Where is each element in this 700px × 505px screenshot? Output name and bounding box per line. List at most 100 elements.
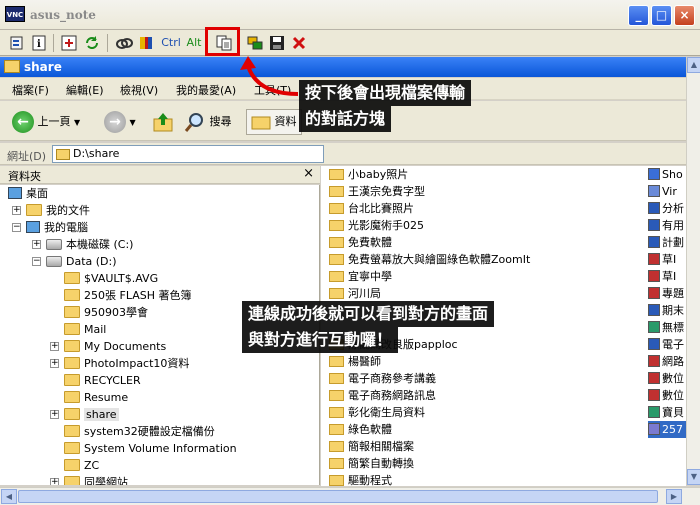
expand-icon[interactable]: + xyxy=(50,359,59,368)
file-list-item[interactable]: 寶貝 xyxy=(648,404,686,421)
ctrl-esc-icon[interactable] xyxy=(137,34,155,52)
file-list-item[interactable]: 電子商務參考講義 xyxy=(329,370,436,387)
menu-edit[interactable]: 編輯(E) xyxy=(66,82,104,98)
dropdown-arrow-icon[interactable]: ▼ xyxy=(74,118,80,127)
file-list-item[interactable]: 數位 xyxy=(648,387,686,404)
file-list-item[interactable]: 257 xyxy=(648,421,686,438)
dropdown-arrow-icon[interactable]: ▼ xyxy=(130,118,136,127)
close-icon[interactable] xyxy=(290,34,308,52)
back-button[interactable]: ← 上一頁 ▼ xyxy=(12,111,80,133)
file-name: 電子商務網路訊息 xyxy=(348,389,436,402)
expand-icon[interactable]: + xyxy=(50,478,59,485)
file-list-item[interactable]: 宜寧中學 xyxy=(329,268,392,285)
expand-icon[interactable]: + xyxy=(32,240,41,249)
tree-node[interactable]: 950903學會 xyxy=(64,304,148,321)
menu-view[interactable]: 檢視(V) xyxy=(120,82,158,98)
file-list-item[interactable]: 王漢宗免費字型 xyxy=(329,183,425,200)
close-pane-icon[interactable]: × xyxy=(303,166,314,181)
file-list-item[interactable]: 無標 xyxy=(648,319,686,336)
tree-node[interactable]: − Data (D:) xyxy=(32,253,117,270)
file-list-item[interactable]: 網路 xyxy=(648,353,686,370)
file-list-item[interactable]: 期末 xyxy=(648,302,686,319)
tree-node[interactable]: − 我的電腦 xyxy=(12,219,88,236)
tree-node[interactable]: Mail xyxy=(64,321,106,338)
maximize-button[interactable]: □ xyxy=(651,5,672,26)
file-list-item[interactable]: 綠色軟體 xyxy=(329,421,392,438)
file-list-item[interactable]: 分析 xyxy=(648,200,686,217)
tree-node[interactable]: $VAULT$.AVG xyxy=(64,270,158,287)
file-list-item[interactable]: 草I xyxy=(648,268,686,285)
folder-icon xyxy=(64,340,80,352)
file-list-item[interactable]: 免費螢幕放大與繪圖綠色軟體ZoomIt xyxy=(329,251,530,268)
menu-favorites[interactable]: 我的最愛(A) xyxy=(176,82,236,98)
file-list-item[interactable]: 驅動程式 xyxy=(329,472,392,486)
tree-node[interactable]: + 我的文件 xyxy=(12,202,90,219)
minimize-button[interactable]: _ xyxy=(628,5,649,26)
file-list-item[interactable]: 計劃 xyxy=(648,234,686,251)
tree-node[interactable]: + My Documents xyxy=(50,338,166,355)
window-title: asus_note xyxy=(30,8,96,22)
expand-icon[interactable]: + xyxy=(50,410,59,419)
file-list-item[interactable]: 電子商務網路訊息 xyxy=(329,387,436,404)
file-list-item[interactable]: 草I xyxy=(648,251,686,268)
file-list-item[interactable]: 電子 xyxy=(648,336,686,353)
up-folder-button[interactable] xyxy=(152,111,174,133)
vertical-scrollbar[interactable]: ▲ ▼ xyxy=(686,57,700,485)
ctrl-alt-del-icon[interactable] xyxy=(114,34,133,52)
file-list-item[interactable]: 數位 xyxy=(648,370,686,387)
collapse-icon[interactable]: − xyxy=(12,223,21,232)
computer-icon xyxy=(26,221,40,233)
tree-node[interactable]: + share xyxy=(50,406,119,423)
forward-button[interactable]: → ▼ xyxy=(104,111,136,133)
scroll-thumb[interactable] xyxy=(18,490,658,503)
file-list-item[interactable]: 簡報相關檔案 xyxy=(329,438,414,455)
file-list-item[interactable]: Vir xyxy=(648,183,686,200)
fullscreen-icon[interactable] xyxy=(60,34,78,52)
chat-icon[interactable] xyxy=(246,34,264,52)
file-list-item[interactable]: 有用 xyxy=(648,217,686,234)
file-list-item[interactable]: 台北比賽照片 xyxy=(329,200,414,217)
options-icon[interactable] xyxy=(8,34,26,52)
file-list-item[interactable]: Sho xyxy=(648,166,686,183)
file-list-item[interactable]: 簡繁自動轉換 xyxy=(329,455,414,472)
save-icon[interactable] xyxy=(268,34,286,52)
tree-node[interactable]: RECYCLER xyxy=(64,372,141,389)
scroll-right-icon[interactable]: ▶ xyxy=(666,489,682,504)
file-name: Sho xyxy=(662,168,683,181)
menu-file[interactable]: 檔案(F) xyxy=(12,82,49,98)
file-list-item[interactable]: 光影魔術手025 xyxy=(329,217,424,234)
expand-icon[interactable]: + xyxy=(12,206,21,215)
file-list-item[interactable]: 彰化衛生局資料 xyxy=(329,404,425,421)
horizontal-scrollbar[interactable]: ◀ ▶ xyxy=(0,487,700,505)
search-button[interactable]: 搜尋 xyxy=(184,111,232,133)
alt-key-button[interactable]: Alt xyxy=(186,34,202,52)
address-value: D:\share xyxy=(73,147,120,160)
file-list-item[interactable]: 河川局 xyxy=(329,285,381,302)
tree-node[interactable]: Resume xyxy=(64,389,128,406)
refresh-icon[interactable] xyxy=(83,34,101,52)
ctrl-key-button[interactable]: Ctrl xyxy=(160,34,182,52)
tree-node[interactable]: + PhotoImpact10資料 xyxy=(50,355,189,372)
address-input[interactable]: D:\share xyxy=(52,145,324,163)
close-window-button[interactable]: × xyxy=(674,5,695,26)
file-list-item[interactable]: 專題 xyxy=(648,285,686,302)
scroll-up-icon[interactable]: ▲ xyxy=(687,57,700,73)
file-list-item[interactable]: 免費軟體 xyxy=(329,234,392,251)
file-list-item[interactable]: 小baby照片 xyxy=(329,166,408,183)
folders-button[interactable]: 資料 xyxy=(246,109,302,135)
tree-node[interactable]: + 同學網站 xyxy=(50,474,128,485)
annotation-top-line2: 的對話方塊 xyxy=(299,106,392,132)
scroll-down-icon[interactable]: ▼ xyxy=(687,469,700,485)
collapse-icon[interactable]: − xyxy=(32,257,41,266)
expand-icon[interactable]: + xyxy=(50,342,59,351)
scroll-left-icon[interactable]: ◀ xyxy=(1,489,17,504)
tree-node[interactable]: ZC xyxy=(64,457,99,474)
info-icon[interactable]: i xyxy=(30,34,48,52)
tree-node[interactable]: + 本機磁碟 (C:) xyxy=(32,236,133,253)
tree-node[interactable]: 250張 FLASH 著色簿 xyxy=(64,287,191,304)
tree-node[interactable]: System Volume Information xyxy=(64,440,237,457)
folder-icon xyxy=(64,306,80,318)
tree-node[interactable]: system32硬體設定檔備份 xyxy=(64,423,215,440)
tree-node[interactable]: 桌面 xyxy=(8,185,48,202)
file-list-item[interactable]: 楊醫師 xyxy=(329,353,381,370)
